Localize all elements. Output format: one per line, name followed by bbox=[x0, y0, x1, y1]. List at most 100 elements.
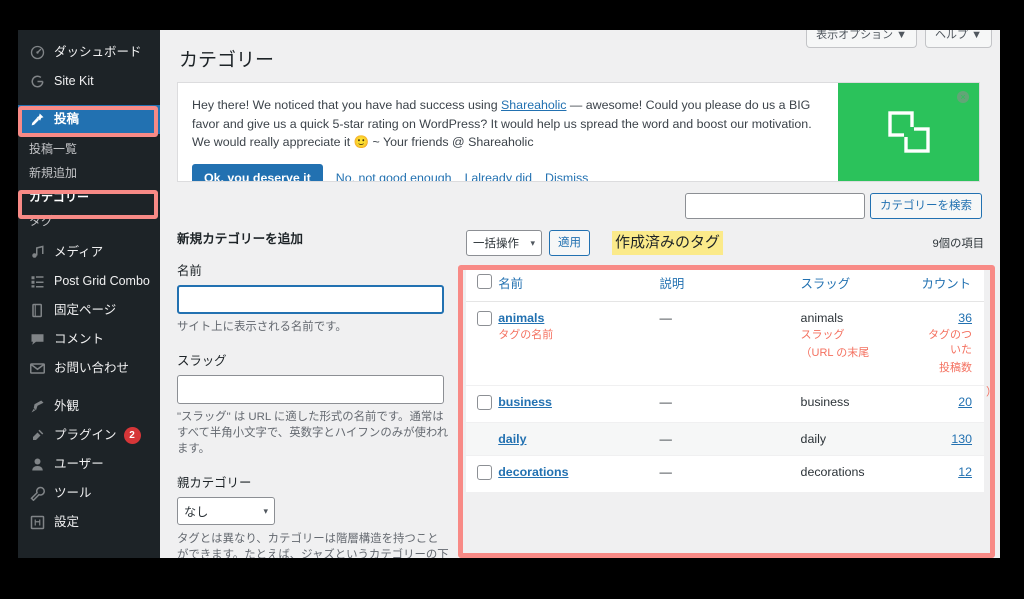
sidebar-item-posts[interactable]: 投稿 bbox=[18, 105, 160, 134]
sidebar-item-site-kit[interactable]: Site Kit bbox=[18, 67, 160, 96]
sidebar-item-tools[interactable]: ツール bbox=[18, 479, 160, 508]
settings-icon bbox=[27, 514, 47, 532]
row-checkbox-cell[interactable] bbox=[466, 422, 499, 456]
sidebar-item-pages[interactable]: 固定ページ bbox=[18, 296, 160, 325]
sidebar-label: お問い合わせ bbox=[54, 361, 130, 376]
sidebar-item-post-grid-combo[interactable]: Post Grid Combo bbox=[18, 267, 160, 296]
sidebar-item-appearance[interactable]: 外観 bbox=[18, 392, 160, 421]
select-all-header[interactable] bbox=[466, 265, 499, 302]
pin-icon bbox=[27, 111, 47, 129]
sidebar-subitem-all-posts[interactable]: 投稿一覧 bbox=[18, 136, 160, 160]
count-link[interactable]: 130 bbox=[951, 432, 972, 446]
browser-viewport: ダッシュボード Site Kit 投稿 投稿一覧 新規追加 カテゴリー タグ メ… bbox=[18, 30, 1000, 558]
menu-separator bbox=[18, 383, 160, 392]
already-did-link[interactable]: I already did bbox=[465, 171, 533, 182]
count-link[interactable]: 36 bbox=[958, 311, 972, 325]
row-count-cell: 36 タグのついた 投稿数 bbox=[921, 301, 984, 386]
display-options-button[interactable]: 表示オプション ▼ bbox=[806, 30, 918, 48]
sidebar-label: 設定 bbox=[54, 515, 80, 530]
sidebar-item-users[interactable]: ユーザー bbox=[18, 450, 160, 479]
sidebar-item-media[interactable]: メディア bbox=[18, 238, 160, 267]
row-slug-cell: animals スラッグ （URL の末尾 bbox=[800, 301, 922, 386]
sidebar-subitem-categories[interactable]: カテゴリー bbox=[18, 184, 160, 208]
table-row[interactable]: animals タグの名前 — animals スラッグ （URL の末尾 36… bbox=[466, 301, 984, 386]
column-header-count[interactable]: カウント bbox=[921, 265, 984, 302]
parent-category-select[interactable]: なし ▾ bbox=[177, 497, 275, 525]
add-category-form: 新規カテゴリーを追加 名前 サイト上に表示される名前です。 スラッグ "スラッグ… bbox=[177, 228, 457, 558]
category-link[interactable]: business bbox=[498, 395, 552, 409]
sidebar-label: ダッシュボード bbox=[54, 45, 142, 60]
admin-sidebar: ダッシュボード Site Kit 投稿 投稿一覧 新規追加 カテゴリー タグ メ… bbox=[18, 30, 160, 558]
user-icon bbox=[27, 456, 47, 474]
column-header-description[interactable]: 説明 bbox=[659, 265, 801, 302]
table-body: animals タグの名前 — animals スラッグ （URL の末尾 36… bbox=[466, 301, 984, 493]
column-header-name[interactable]: 名前 bbox=[498, 265, 660, 302]
close-icon[interactable]: × bbox=[957, 91, 969, 103]
row-name-cell: animals タグの名前 bbox=[498, 301, 660, 386]
sidebar-item-comments[interactable]: コメント bbox=[18, 325, 160, 354]
row-checkbox[interactable] bbox=[477, 311, 492, 326]
bulk-action-select[interactable]: 一括操作 ▾ bbox=[466, 230, 542, 256]
search-form: カテゴリーを検索 bbox=[685, 193, 982, 219]
shareaholic-link[interactable]: Shareaholic bbox=[501, 98, 566, 112]
comment-icon bbox=[27, 331, 47, 349]
category-link[interactable]: daily bbox=[498, 432, 526, 446]
table-header-row: 名前 説明 スラッグ カウント bbox=[466, 265, 984, 302]
apply-button[interactable]: 適用 bbox=[549, 230, 590, 256]
search-input[interactable] bbox=[685, 193, 865, 219]
notice-body: Hey there! We noticed that you have had … bbox=[178, 83, 838, 181]
subitem-label: タグ bbox=[29, 213, 54, 228]
select-all-checkbox[interactable] bbox=[477, 274, 492, 289]
sidebar-item-plugins[interactable]: プラグイン 2 bbox=[18, 421, 160, 450]
table-nav-top: 一括操作 ▾ 適用 作成済みのタグ 9個の項目 bbox=[466, 228, 984, 258]
search-categories-button[interactable]: カテゴリーを検索 bbox=[870, 193, 982, 219]
category-slug-input[interactable] bbox=[177, 375, 444, 404]
count-link[interactable]: 12 bbox=[958, 465, 972, 479]
table-row[interactable]: decorations — decorations 12 bbox=[466, 455, 984, 493]
table-row[interactable]: business — business 20 bbox=[466, 385, 984, 423]
row-checkbox[interactable] bbox=[477, 395, 492, 410]
row-checkbox-cell[interactable] bbox=[466, 301, 499, 386]
sidebar-subitem-add-new[interactable]: 新規追加 bbox=[18, 160, 160, 184]
row-checkbox[interactable] bbox=[477, 465, 492, 480]
sidebar-item-dashboard[interactable]: ダッシュボード bbox=[18, 38, 160, 67]
menu-separator bbox=[18, 96, 160, 105]
posts-submenu: 投稿一覧 新規追加 カテゴリー タグ bbox=[18, 134, 160, 238]
mail-icon bbox=[27, 360, 47, 378]
site-kit-icon bbox=[27, 73, 47, 91]
sidebar-item-settings[interactable]: 設定 bbox=[18, 508, 160, 537]
sidebar-label: 固定ページ bbox=[54, 303, 117, 318]
row-description-cell: — bbox=[659, 385, 801, 423]
dismiss-link[interactable]: Dismiss bbox=[545, 171, 588, 182]
category-link[interactable]: animals bbox=[498, 311, 544, 325]
sidebar-label: ツール bbox=[54, 486, 92, 501]
ok-you-deserve-it-button[interactable]: Ok, you deserve it bbox=[192, 163, 323, 181]
dashboard-icon bbox=[27, 44, 47, 62]
slug-value: animals bbox=[800, 311, 844, 325]
table-row[interactable]: daily — daily 130 bbox=[466, 422, 984, 456]
help-button[interactable]: ヘルプ ▼ bbox=[925, 30, 992, 48]
not-good-enough-link[interactable]: No, not good enough bbox=[336, 171, 452, 182]
sidebar-label: メディア bbox=[54, 245, 104, 260]
pages-icon bbox=[27, 302, 47, 320]
category-name-input[interactable] bbox=[177, 285, 444, 314]
name-label: 名前 bbox=[177, 264, 202, 278]
count-link[interactable]: 20 bbox=[958, 395, 972, 409]
column-header-slug[interactable]: スラッグ bbox=[800, 265, 922, 302]
category-link[interactable]: decorations bbox=[498, 465, 568, 479]
annotation-name-note: タグの名前 bbox=[498, 329, 554, 341]
row-checkbox-cell[interactable] bbox=[466, 455, 499, 493]
notice-text: Hey there! We noticed that you have had … bbox=[192, 96, 824, 152]
shareaholic-logo: × bbox=[838, 83, 979, 181]
notice-actions: Ok, you deserve it No, not good enough I… bbox=[192, 163, 824, 182]
admin-content: 表示オプション ▼ ヘルプ ▼ カテゴリー Hey there! We noti… bbox=[160, 30, 1000, 558]
name-help-text: サイト上に表示される名前です。 bbox=[177, 321, 347, 333]
subitem-label: カテゴリー bbox=[29, 189, 90, 204]
grid-icon bbox=[27, 273, 47, 291]
categories-list-panel: 一括操作 ▾ 適用 作成済みのタグ 9個の項目 名前 説明 スラッグ カウント … bbox=[466, 228, 984, 493]
categories-table: 名前 説明 スラッグ カウント animals タグの名前 — animals … bbox=[466, 265, 984, 493]
sidebar-item-contact[interactable]: お問い合わせ bbox=[18, 354, 160, 383]
row-checkbox-cell[interactable] bbox=[466, 385, 499, 423]
annotation-count-note-line2: 投稿数 bbox=[939, 362, 972, 374]
sidebar-subitem-tags[interactable]: タグ bbox=[18, 208, 160, 232]
